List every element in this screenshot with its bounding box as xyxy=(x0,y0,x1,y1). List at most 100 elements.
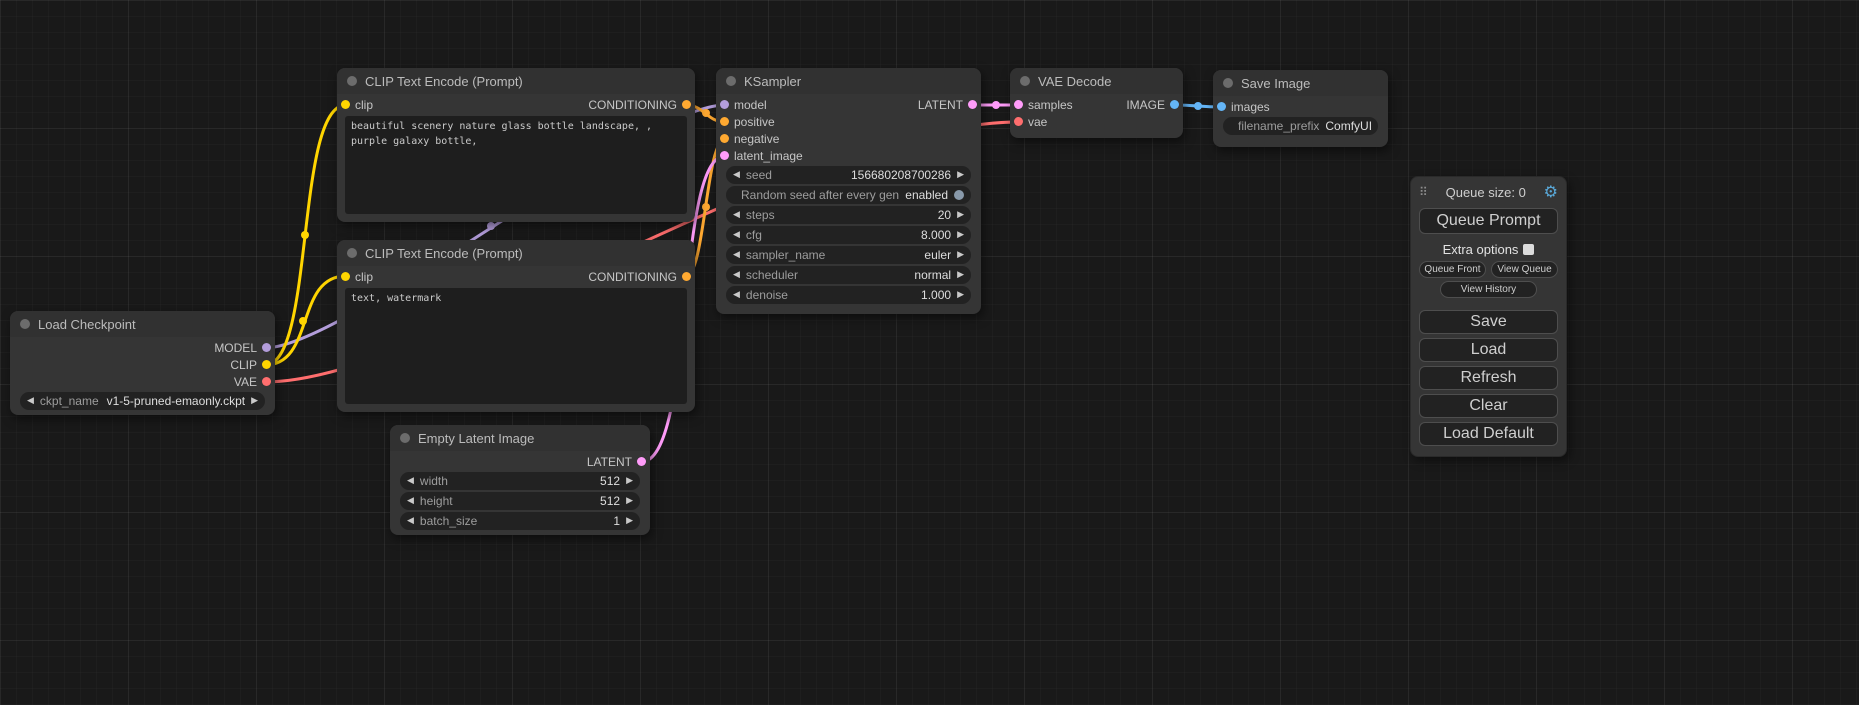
decrement-arrow-icon[interactable]: ◀ xyxy=(733,291,740,300)
drag-handle-icon[interactable]: ⠿ xyxy=(1419,185,1428,199)
node-title-bar[interactable]: Load Checkpoint xyxy=(10,311,275,337)
increment-arrow-icon[interactable]: ▶ xyxy=(957,291,964,300)
latent-port-icon[interactable] xyxy=(720,151,729,160)
height-widget[interactable]: ◀ height 512 ▶ xyxy=(400,492,640,510)
decrement-arrow-icon[interactable]: ◀ xyxy=(733,231,740,240)
collapse-dot-icon[interactable] xyxy=(400,433,410,443)
settings-gear-icon[interactable]: ⚙ xyxy=(1544,184,1558,200)
model-port-icon[interactable] xyxy=(262,343,271,352)
negative-prompt-textarea[interactable]: text, watermark xyxy=(345,288,687,404)
node-title-bar[interactable]: Save Image xyxy=(1213,70,1388,96)
extra-options-checkbox[interactable] xyxy=(1523,244,1534,255)
decrement-arrow-icon[interactable]: ◀ xyxy=(733,211,740,220)
denoise-widget[interactable]: ◀ denoise 1.000 ▶ xyxy=(726,286,971,304)
output-slot-model[interactable]: MODEL xyxy=(214,341,275,355)
collapse-dot-icon[interactable] xyxy=(1020,76,1030,86)
clip-port-icon[interactable] xyxy=(262,360,271,369)
clip-port-icon[interactable] xyxy=(341,100,350,109)
model-port-icon[interactable] xyxy=(720,100,729,109)
increment-arrow-icon[interactable]: ▶ xyxy=(957,231,964,240)
input-slot-positive[interactable]: positive xyxy=(716,115,775,129)
node-title-bar[interactable]: CLIP Text Encode (Prompt) xyxy=(337,240,695,266)
save-button[interactable]: Save xyxy=(1419,310,1558,334)
increment-arrow-icon[interactable]: ▶ xyxy=(957,251,964,260)
filename-prefix-widget[interactable]: filename_prefix ComfyUI xyxy=(1223,117,1378,135)
conditioning-port-icon[interactable] xyxy=(682,100,691,109)
node-load-checkpoint[interactable]: Load Checkpoint MODEL CLIP VAE xyxy=(10,311,275,415)
output-slot-image[interactable]: IMAGE xyxy=(1126,98,1183,112)
node-vae-decode[interactable]: VAE Decode samples IMAGE vae xyxy=(1010,68,1183,138)
input-slot-clip[interactable]: clip xyxy=(337,270,373,284)
latent-port-icon[interactable] xyxy=(1014,100,1023,109)
load-default-button[interactable]: Load Default xyxy=(1419,422,1558,446)
input-slot-negative[interactable]: negative xyxy=(716,132,779,146)
image-port-icon[interactable] xyxy=(1217,102,1226,111)
input-slot-samples[interactable]: samples xyxy=(1010,98,1073,112)
input-slot-clip[interactable]: clip xyxy=(337,98,373,112)
decrement-arrow-icon[interactable]: ◀ xyxy=(407,497,414,506)
node-title-bar[interactable]: Empty Latent Image xyxy=(390,425,650,451)
decrement-arrow-icon[interactable]: ◀ xyxy=(733,271,740,280)
input-slot-vae[interactable]: vae xyxy=(1010,115,1047,129)
vae-port-icon[interactable] xyxy=(1014,117,1023,126)
increment-arrow-icon[interactable]: ▶ xyxy=(626,497,633,506)
cfg-widget[interactable]: ◀ cfg 8.000 ▶ xyxy=(726,226,971,244)
conditioning-port-icon[interactable] xyxy=(682,272,691,281)
seed-widget[interactable]: ◀ seed 156680208700286 ▶ xyxy=(726,166,971,184)
scheduler-widget[interactable]: ◀ scheduler normal ▶ xyxy=(726,266,971,284)
decrement-arrow-icon[interactable]: ◀ xyxy=(27,397,34,406)
input-slot-latent-image[interactable]: latent_image xyxy=(716,149,803,163)
collapse-dot-icon[interactable] xyxy=(1223,78,1233,88)
latent-port-icon[interactable] xyxy=(968,100,977,109)
input-slot-images[interactable]: images xyxy=(1213,100,1270,114)
node-empty-latent-image[interactable]: Empty Latent Image LATENT ◀ width 512 ▶ … xyxy=(390,425,650,535)
output-slot-latent[interactable]: LATENT xyxy=(587,455,650,469)
output-slot-clip[interactable]: CLIP xyxy=(230,358,275,372)
steps-widget[interactable]: ◀ steps 20 ▶ xyxy=(726,206,971,224)
refresh-button[interactable]: Refresh xyxy=(1419,366,1558,390)
input-slot-model[interactable]: model xyxy=(716,98,767,112)
node-clip-text-encode-positive[interactable]: CLIP Text Encode (Prompt) clip CONDITION… xyxy=(337,68,695,222)
node-clip-text-encode-negative[interactable]: CLIP Text Encode (Prompt) clip CONDITION… xyxy=(337,240,695,412)
clip-port-icon[interactable] xyxy=(341,272,350,281)
collapse-dot-icon[interactable] xyxy=(20,319,30,329)
view-queue-button[interactable]: View Queue xyxy=(1491,261,1558,278)
output-slot-conditioning[interactable]: CONDITIONING xyxy=(588,98,695,112)
output-slot-vae[interactable]: VAE xyxy=(234,375,275,389)
load-button[interactable]: Load xyxy=(1419,338,1558,362)
positive-prompt-textarea[interactable]: beautiful scenery nature glass bottle la… xyxy=(345,116,687,214)
increment-arrow-icon[interactable]: ▶ xyxy=(957,211,964,220)
output-slot-latent[interactable]: LATENT xyxy=(918,98,981,112)
increment-arrow-icon[interactable]: ▶ xyxy=(251,397,258,406)
sampler-name-widget[interactable]: ◀ sampler_name euler ▶ xyxy=(726,246,971,264)
collapse-dot-icon[interactable] xyxy=(347,248,357,258)
queue-front-button[interactable]: Queue Front xyxy=(1419,261,1486,278)
image-port-icon[interactable] xyxy=(1170,100,1179,109)
node-ksampler[interactable]: KSampler model LATENT positive xyxy=(716,68,981,314)
decrement-arrow-icon[interactable]: ◀ xyxy=(407,517,414,526)
decrement-arrow-icon[interactable]: ◀ xyxy=(407,477,414,486)
node-save-image[interactable]: Save Image images filename_prefix ComfyU… xyxy=(1213,70,1388,147)
conditioning-port-icon[interactable] xyxy=(720,117,729,126)
vae-port-icon[interactable] xyxy=(262,377,271,386)
ckpt-name-widget[interactable]: ◀ ckpt_name v1-5-pruned-emaonly.ckpt ▶ xyxy=(20,392,265,410)
toggle-indicator-icon[interactable] xyxy=(954,190,964,200)
clear-button[interactable]: Clear xyxy=(1419,394,1558,418)
node-graph-canvas[interactable]: Load Checkpoint MODEL CLIP VAE xyxy=(0,0,1859,705)
decrement-arrow-icon[interactable]: ◀ xyxy=(733,171,740,180)
random-seed-toggle-widget[interactable]: Random seed after every gen enabled xyxy=(726,186,971,204)
queue-prompt-button[interactable]: Queue Prompt xyxy=(1419,208,1558,234)
conditioning-port-icon[interactable] xyxy=(720,134,729,143)
latent-port-icon[interactable] xyxy=(637,457,646,466)
increment-arrow-icon[interactable]: ▶ xyxy=(626,517,633,526)
collapse-dot-icon[interactable] xyxy=(726,76,736,86)
node-title-bar[interactable]: CLIP Text Encode (Prompt) xyxy=(337,68,695,94)
increment-arrow-icon[interactable]: ▶ xyxy=(626,477,633,486)
increment-arrow-icon[interactable]: ▶ xyxy=(957,271,964,280)
width-widget[interactable]: ◀ width 512 ▶ xyxy=(400,472,640,490)
view-history-button[interactable]: View History xyxy=(1440,281,1537,298)
output-slot-conditioning[interactable]: CONDITIONING xyxy=(588,270,695,284)
batch-size-widget[interactable]: ◀ batch_size 1 ▶ xyxy=(400,512,640,530)
increment-arrow-icon[interactable]: ▶ xyxy=(957,171,964,180)
decrement-arrow-icon[interactable]: ◀ xyxy=(733,251,740,260)
